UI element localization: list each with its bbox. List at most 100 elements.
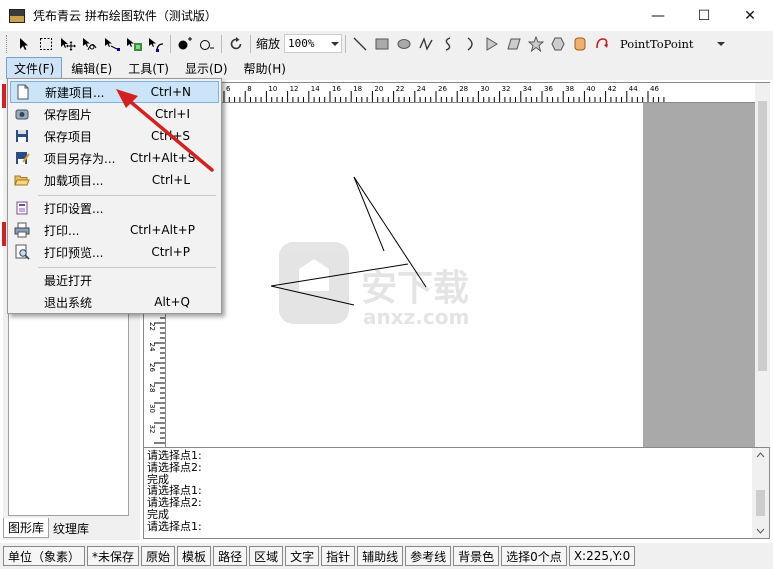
menu-item-shortcut: Alt+Q: [154, 295, 190, 309]
drawn-line[interactable]: [353, 176, 385, 252]
status-unit: 单位（象素）: [3, 546, 86, 566]
new-file-icon: [15, 84, 31, 100]
rounded-rect-shape-icon[interactable]: [569, 33, 591, 55]
red-marker: [2, 84, 6, 108]
watermark: 安下载 anxz.com: [279, 242, 469, 329]
ellipse-shape-icon[interactable]: [393, 33, 415, 55]
status-bar: 单位（象素） *未保存 原始 模板 路径 区域 文字 指针 辅助线 参考线 背景…: [0, 543, 773, 569]
menu-view[interactable]: 显示(D): [178, 57, 235, 79]
status-background[interactable]: 背景色: [453, 546, 500, 566]
menu-tools[interactable]: 工具(T): [121, 57, 176, 79]
s-curve-shape-icon[interactable]: [437, 33, 459, 55]
texture-select-tool-icon[interactable]: [123, 33, 145, 55]
status-guides[interactable]: 辅助线: [357, 546, 404, 566]
menu-item-label: 项目另存为...: [44, 151, 116, 166]
flag-shape-icon[interactable]: [481, 33, 503, 55]
log-scrollbar[interactable]: [752, 448, 769, 538]
status-saved: *未保存: [87, 546, 140, 566]
rectangle-shape-icon[interactable]: [371, 33, 393, 55]
status-region[interactable]: 区域: [249, 546, 284, 566]
parallelogram-shape-icon[interactable]: [503, 33, 525, 55]
toolbar-separator: [170, 34, 171, 53]
pointer-tool-icon[interactable]: [13, 33, 35, 55]
hexagon-shape-icon[interactable]: [547, 33, 569, 55]
ruler-label: 22: [148, 322, 156, 331]
chevron-down-icon: [717, 41, 726, 46]
watermark-url: anxz.com: [363, 305, 469, 329]
move-point-tool-icon[interactable]: [57, 33, 79, 55]
add-point-tool-icon[interactable]: [174, 33, 196, 55]
shape-mode-select[interactable]: PointToPoint: [617, 33, 730, 54]
window-controls: — ☐ ✕: [635, 0, 773, 31]
menu-item-label: 新建项目...: [45, 85, 105, 100]
status-coordinates: X:225,Y:0: [568, 546, 636, 566]
status-template[interactable]: 模板: [177, 546, 212, 566]
command-log[interactable]: 请选择点1: 请选择点2: 完成 请选择点1: 请选择点2: 完成 请选择点1:: [143, 447, 770, 539]
remove-point-tool-icon[interactable]: [196, 33, 218, 55]
status-pointer[interactable]: 指针: [321, 546, 356, 566]
status-reference-lines[interactable]: 参考线: [405, 546, 452, 566]
drawing-canvas[interactable]: 安下载 anxz.com: [166, 103, 643, 448]
arc-shape-icon[interactable]: [459, 33, 481, 55]
log-line: 请选择点2:: [147, 460, 202, 474]
maximize-button[interactable]: ☐: [681, 0, 727, 31]
menu-item-save-project[interactable]: 保存项目 Ctrl+S: [10, 125, 219, 147]
arc-select-tool-icon[interactable]: [145, 33, 167, 55]
watermark-title: 安下载: [361, 268, 469, 309]
star-shape-icon[interactable]: [525, 33, 547, 55]
ruler-label: 30: [148, 404, 156, 413]
canvas-vertical-scrollbar[interactable]: [755, 83, 770, 448]
ruler-label: 6: [226, 85, 231, 93]
tab-shape-library[interactable]: 图形库: [3, 518, 50, 538]
point-to-point-icon[interactable]: [591, 33, 613, 55]
scroll-up-icon[interactable]: [752, 448, 769, 462]
menu-help[interactable]: 帮助(H): [237, 57, 293, 79]
ruler-label: 10: [268, 85, 277, 93]
menu-file[interactable]: 文件(F): [6, 57, 63, 79]
horizontal-ruler: 6 8 10 12 14 16 18 20 22 24 26 28 30 32 34 36 38 40 42 44 46: [144, 83, 755, 103]
close-button[interactable]: ✕: [727, 0, 773, 31]
tab-texture-library[interactable]: 纹理库: [49, 518, 93, 538]
shape-mode-value: PointToPoint: [620, 36, 694, 51]
ruler-label: 32: [148, 425, 156, 434]
menu-item-save-as[interactable]: 项目另存为... Ctrl+Alt+S: [10, 147, 219, 169]
minimize-button[interactable]: —: [635, 0, 681, 31]
menu-item-recent[interactable]: 最近打开: [10, 269, 219, 291]
ruler-label: 24: [148, 343, 156, 352]
log-scrollbar-thumb[interactable]: [756, 490, 765, 516]
line-shape-icon[interactable]: [349, 33, 371, 55]
menu-edit[interactable]: 编辑(E): [64, 57, 119, 79]
menu-item-print[interactable]: 打印... Ctrl+Alt+P: [10, 219, 219, 241]
zoom-label: 缩放: [256, 37, 281, 51]
status-text[interactable]: 文字: [285, 546, 320, 566]
scrollbar-thumb[interactable]: [758, 101, 767, 371]
menu-item-load-project[interactable]: 加载项目... Ctrl+L: [10, 169, 219, 191]
log-line: 完成: [147, 507, 169, 521]
status-path[interactable]: 路径: [213, 546, 248, 566]
toolbar-separator: [345, 34, 347, 53]
menu-item-label: 打印设置...: [44, 201, 104, 216]
refresh-icon[interactable]: [225, 33, 247, 55]
floppy-icon: [14, 128, 30, 144]
zoom-select[interactable]: 100%: [284, 34, 343, 53]
menu-item-new-project[interactable]: 新建项目... Ctrl+N: [10, 81, 219, 103]
ruler-label: 16: [332, 85, 341, 93]
title-bar: 凭布青云 拼布绘图软件（测试版） — ☐ ✕: [0, 0, 773, 31]
line-select-tool-icon[interactable]: [101, 33, 123, 55]
rect-select-tool-icon[interactable]: [35, 33, 57, 55]
menu-item-print-setup[interactable]: 打印设置...: [10, 197, 219, 219]
ruler-label: 28: [148, 384, 156, 393]
ruler-label: 8: [247, 85, 251, 93]
toolbar-grip[interactable]: [6, 34, 9, 53]
menu-item-shortcut: Ctrl+I: [155, 107, 190, 121]
node-curve-tool-icon[interactable]: [79, 33, 101, 55]
polyline-shape-icon[interactable]: [415, 33, 437, 55]
menu-item-save-image[interactable]: 保存图片 Ctrl+I: [10, 103, 219, 125]
menu-item-shortcut: Ctrl+L: [151, 173, 190, 187]
log-line: 请选择点1:: [147, 519, 202, 533]
scroll-down-icon[interactable]: [752, 524, 769, 538]
menu-item-exit[interactable]: 退出系统 Alt+Q: [10, 291, 219, 313]
ruler-label: 22: [396, 85, 405, 93]
status-original[interactable]: 原始: [141, 546, 176, 566]
menu-item-print-preview[interactable]: 打印预览... Ctrl+P: [10, 241, 219, 263]
